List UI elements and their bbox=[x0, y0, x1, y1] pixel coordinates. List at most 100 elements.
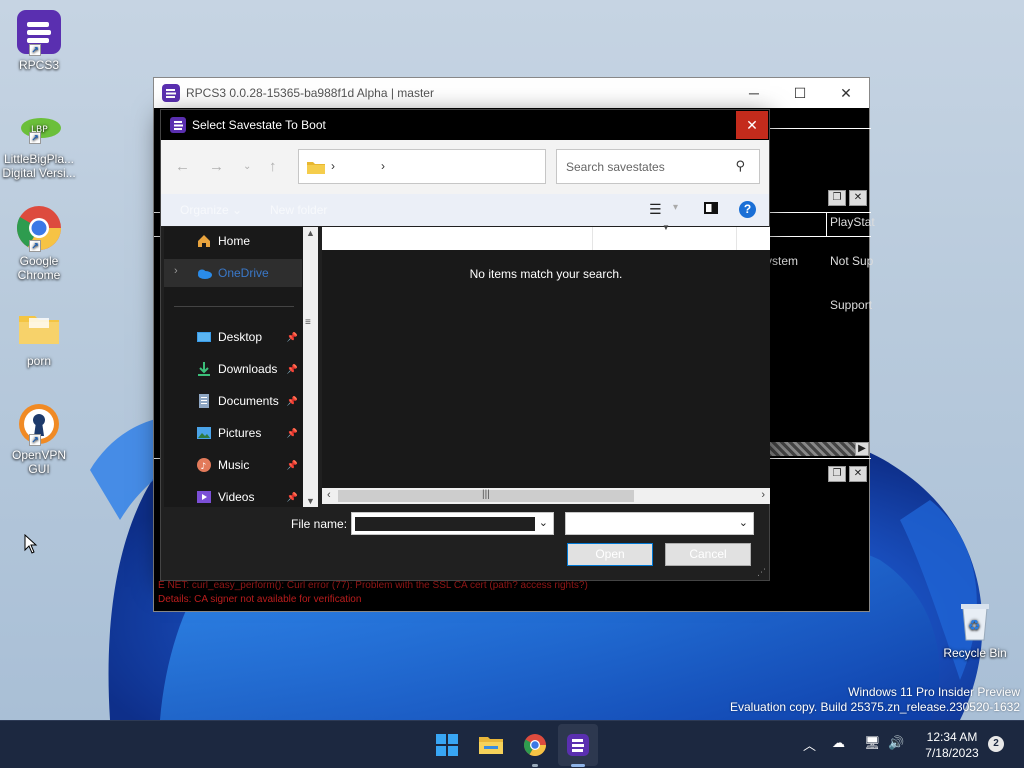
pin-icon: 📌 bbox=[286, 364, 298, 374]
maximize-button[interactable]: ☐ bbox=[777, 78, 823, 108]
desktop-icon-rpcs3[interactable]: ↗ RPCS3 bbox=[0, 8, 78, 72]
horizontal-scrollbar-track[interactable] bbox=[768, 442, 856, 456]
desktop-icon-chrome[interactable]: ↗ Google Chrome bbox=[0, 204, 78, 282]
column-divider[interactable] bbox=[592, 227, 593, 250]
breadcrumb-separator[interactable]: › bbox=[381, 159, 385, 173]
address-bar[interactable]: › › bbox=[298, 149, 546, 184]
desktop-icon-openvpn[interactable]: ↗ OpenVPN GUI bbox=[0, 398, 78, 476]
divider bbox=[826, 212, 827, 236]
desktop-icon-porn-folder[interactable]: porn bbox=[0, 304, 78, 368]
resize-grip-icon[interactable]: ⋰ bbox=[757, 567, 766, 578]
float-panel-button[interactable]: ❐ bbox=[828, 466, 846, 482]
file-type-select[interactable]: ⌄ bbox=[565, 512, 754, 535]
game-list-cell: ystem bbox=[766, 254, 799, 268]
column-type[interactable]: Type bbox=[743, 232, 769, 246]
sidebar-scrollbar[interactable]: ▲ ≡ ▼ bbox=[303, 227, 318, 507]
scroll-right-arrow-icon[interactable]: › bbox=[761, 489, 765, 501]
column-name[interactable]: Name bbox=[352, 232, 384, 246]
dialog-footer: File name: ⌄ ⌄ Open Cancel ⋰ bbox=[161, 507, 769, 580]
rpcs3-window-title: RPCS3 0.0.28-15365-ba988f1d Alpha | mast… bbox=[186, 86, 434, 100]
notification-badge[interactable]: 2 bbox=[988, 736, 1004, 752]
view-chevron-icon[interactable]: ▾ bbox=[673, 202, 678, 213]
view-options-icon[interactable]: ☰ bbox=[649, 201, 662, 218]
sidebar-item-downloads[interactable]: Downloads 📌 bbox=[164, 355, 302, 383]
scroll-up-arrow-icon[interactable]: ▲ bbox=[306, 228, 315, 238]
svg-text:♻: ♻ bbox=[968, 618, 981, 634]
sidebar-item-label: Videos bbox=[218, 490, 255, 504]
divider bbox=[768, 128, 871, 129]
float-panel-button[interactable]: ❐ bbox=[828, 190, 846, 206]
desktop-icon-recycle-bin[interactable]: ♻ Recycle Bin bbox=[936, 596, 1014, 660]
file-name-input[interactable]: ⌄ bbox=[351, 512, 554, 535]
close-panel-button[interactable]: ✕ bbox=[849, 466, 867, 482]
game-list-cell: Not Sup bbox=[830, 254, 874, 268]
column-divider[interactable] bbox=[736, 227, 737, 250]
sidebar-item-pictures[interactable]: Pictures 📌 bbox=[164, 419, 302, 447]
new-folder-button[interactable]: New folder bbox=[270, 203, 327, 217]
back-arrow-icon[interactable]: ← bbox=[175, 158, 190, 175]
column-headers: Name Date modified Type ▼ bbox=[322, 223, 770, 250]
recent-locations-chevron-icon[interactable]: ⌄ bbox=[243, 161, 251, 172]
sidebar-item-label: Documents bbox=[218, 394, 279, 408]
scroll-right-arrow-icon[interactable]: ▶ bbox=[855, 442, 869, 456]
search-icon[interactable]: ⚲ bbox=[735, 158, 745, 174]
preview-pane-icon[interactable] bbox=[704, 202, 718, 214]
taskbar-rpcs3[interactable] bbox=[562, 729, 594, 767]
sidebar-item-label: Home bbox=[218, 234, 251, 248]
organize-button[interactable]: Organize ⌄ bbox=[180, 203, 242, 217]
close-button[interactable]: ✕ bbox=[823, 78, 869, 108]
column-date-modified[interactable]: Date modified bbox=[599, 232, 673, 246]
watermark-line: Windows 11 Pro Insider Preview bbox=[848, 685, 1020, 699]
rpcs3-icon: ↗ bbox=[15, 8, 63, 56]
scroll-left-arrow-icon[interactable]: ‹ bbox=[327, 489, 331, 501]
scrollbar-grip-icon[interactable]: ≡ bbox=[305, 317, 311, 328]
help-icon[interactable]: ? bbox=[739, 201, 756, 218]
openvpn-icon: ↗ bbox=[15, 398, 63, 446]
svg-text:♪: ♪ bbox=[201, 462, 207, 472]
show-hidden-icons-chevron-icon[interactable]: ︿ bbox=[803, 735, 816, 754]
cloud-offline-icon[interactable]: ☁ bbox=[832, 735, 845, 751]
folder-icon bbox=[307, 162, 325, 174]
desktop-icon-littlebigplanet[interactable]: LBP ↗ LittleBigPla... Digital Versi... bbox=[0, 116, 78, 180]
taskbar-file-explorer[interactable] bbox=[475, 729, 507, 761]
minimize-button[interactable]: ─ bbox=[731, 78, 777, 108]
chevron-down-icon[interactable]: ⌄ bbox=[739, 516, 748, 529]
shortcut-arrow-icon: ↗ bbox=[29, 44, 41, 56]
game-list-column-header[interactable]: PlayStat bbox=[830, 215, 875, 229]
taskbar-chrome[interactable] bbox=[519, 729, 551, 767]
sidebar-item-home[interactable]: Home bbox=[164, 227, 302, 255]
chevron-down-icon[interactable]: ⌄ bbox=[539, 516, 548, 529]
file-list-horizontal-scrollbar[interactable]: ‹ ||| › bbox=[322, 488, 770, 504]
sidebar-item-desktop[interactable]: Desktop 📌 bbox=[164, 323, 302, 351]
running-indicator bbox=[532, 764, 538, 767]
scroll-down-arrow-icon[interactable]: ▼ bbox=[306, 496, 315, 506]
pin-icon: 📌 bbox=[286, 332, 298, 342]
log-line: Details: CA signer not available for ver… bbox=[158, 594, 362, 605]
empty-message: No items match your search. bbox=[469, 267, 623, 281]
sidebar-item-videos[interactable]: Videos 📌 bbox=[164, 483, 302, 507]
sidebar-item-music[interactable]: ♪ Music 📌 bbox=[164, 451, 302, 479]
expand-chevron-icon[interactable]: › bbox=[174, 265, 178, 277]
sidebar-item-documents[interactable]: Documents 📌 bbox=[164, 387, 302, 415]
sidebar-item-onedrive[interactable]: › OneDrive bbox=[164, 259, 302, 287]
search-input[interactable]: Search savestates ⚲ bbox=[556, 149, 760, 184]
pin-icon: 📌 bbox=[286, 428, 298, 438]
dialog-close-button[interactable]: ✕ bbox=[736, 111, 768, 139]
rpcs3-app-icon bbox=[170, 117, 186, 133]
start-button[interactable] bbox=[431, 729, 463, 761]
forward-arrow-icon[interactable]: → bbox=[209, 158, 224, 175]
volume-icon[interactable]: 🔊 bbox=[888, 735, 904, 751]
network-icon[interactable]: 🖥 bbox=[864, 735, 881, 751]
cancel-button[interactable]: Cancel bbox=[665, 543, 751, 566]
select-savestate-dialog: Select Savestate To Boot ✕ ← → ⌄ ↑ › › S… bbox=[160, 109, 770, 581]
pin-icon: 📌 bbox=[286, 396, 298, 406]
open-button[interactable]: Open bbox=[567, 543, 653, 566]
folder-icon bbox=[15, 304, 63, 352]
sidebar-item-label: OneDrive bbox=[218, 266, 269, 280]
navigation-bar: ← → ⌄ ↑ › › Search savestates ⚲ bbox=[161, 140, 769, 194]
file-list[interactable]: Name Date modified Type ▼ No items match… bbox=[322, 223, 770, 490]
up-arrow-icon[interactable]: ↑ bbox=[269, 158, 277, 175]
close-panel-button[interactable]: ✕ bbox=[849, 190, 867, 206]
breadcrumb-separator[interactable]: › bbox=[331, 159, 335, 173]
taskbar-clock[interactable]: 12:34 AM 7/18/2023 bbox=[916, 729, 988, 761]
